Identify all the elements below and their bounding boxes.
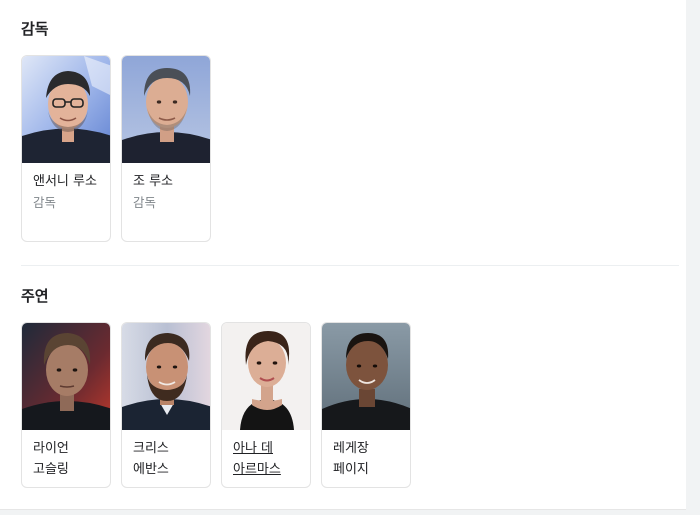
person-photo-ryan-gosling	[22, 323, 110, 430]
person-name: 앤서니 루소	[33, 174, 97, 189]
portrait-image	[122, 56, 210, 163]
person-role: 감독	[133, 195, 157, 210]
section-title-directors: 감독	[21, 20, 49, 38]
person-name: 크리스 에반스	[133, 441, 169, 477]
portrait-image	[22, 323, 110, 430]
credits-panel: 감독 앤서니 루소 감독 조 루소 감독 주연 라이언 고슬링 크리스 에반스 …	[0, 0, 686, 510]
person-photo-chris-evans	[122, 323, 210, 430]
person-name-link[interactable]: 아나 데 아르마스	[233, 438, 300, 480]
person-photo-ana-de-armas	[222, 323, 310, 430]
person-card-ryan-gosling[interactable]: 라이언 고슬링	[21, 322, 111, 488]
person-card-chris-evans[interactable]: 크리스 에반스	[121, 322, 211, 488]
person-card-anthony-russo[interactable]: 앤서니 루소 감독	[21, 55, 111, 242]
person-name: 조 루소	[133, 174, 174, 189]
person-card-ana-de-armas[interactable]: 아나 데 아르마스	[221, 322, 311, 488]
section-divider	[21, 265, 679, 266]
person-photo-anthony-russo	[22, 56, 110, 163]
portrait-image	[122, 323, 210, 430]
person-role: 감독	[33, 195, 57, 210]
portrait-image	[222, 323, 310, 430]
person-name: 라이언 고슬링	[33, 441, 69, 477]
person-photo-rege-jean-page	[322, 323, 410, 430]
person-card-joe-russo[interactable]: 조 루소 감독	[121, 55, 211, 242]
cast-row: 라이언 고슬링 크리스 에반스 아나 데 아르마스 레게장 페이지	[21, 322, 411, 488]
person-name: 레게장 페이지	[333, 441, 369, 477]
person-photo-joe-russo	[122, 56, 210, 163]
portrait-image	[322, 323, 410, 430]
section-title-cast: 주연	[21, 287, 49, 305]
person-card-rege-jean-page[interactable]: 레게장 페이지	[321, 322, 411, 488]
portrait-image	[22, 56, 110, 163]
directors-row: 앤서니 루소 감독 조 루소 감독	[21, 55, 211, 242]
